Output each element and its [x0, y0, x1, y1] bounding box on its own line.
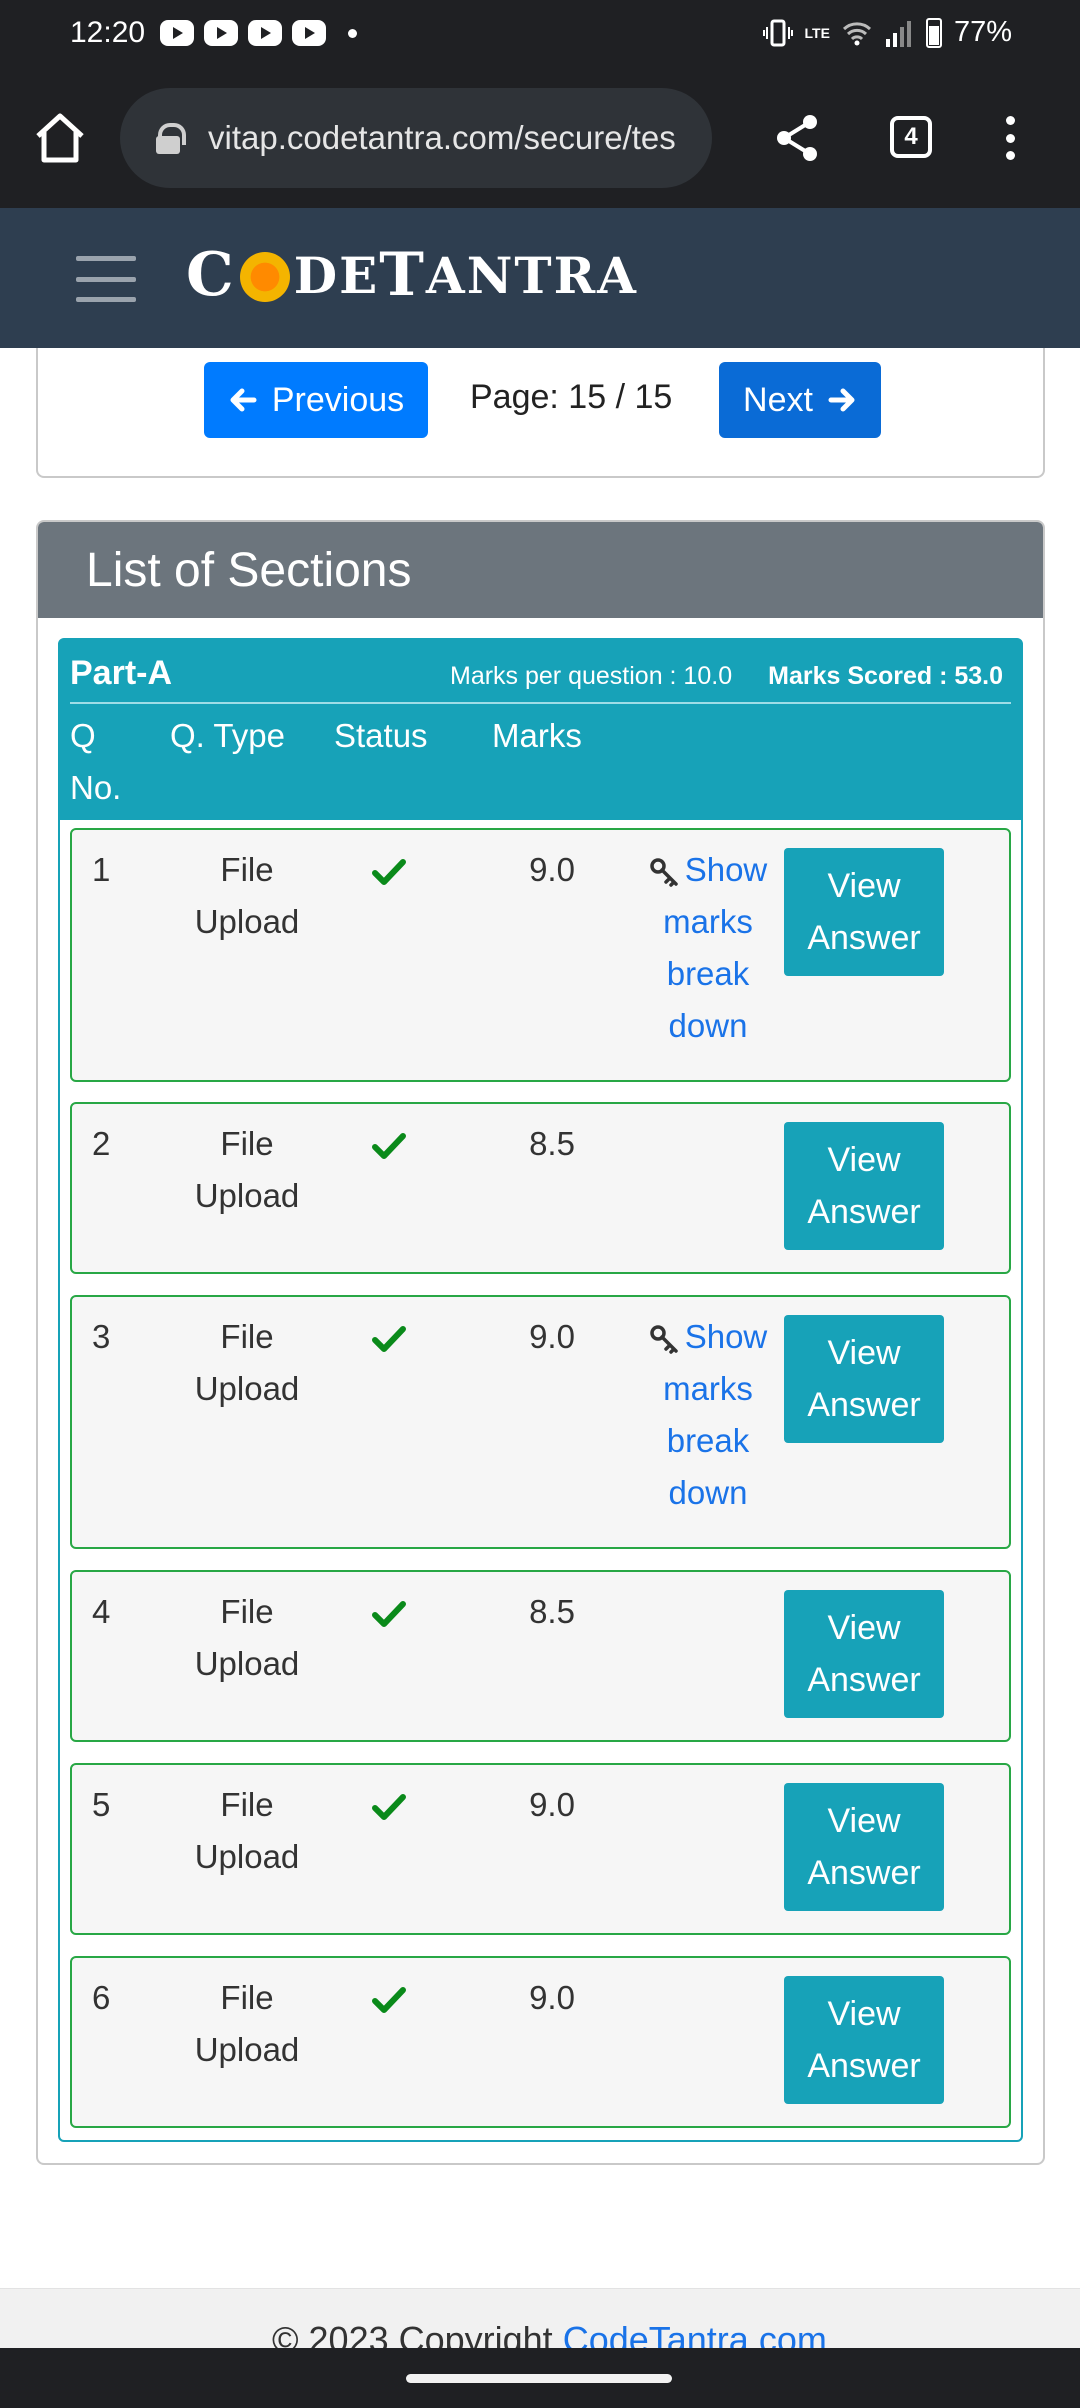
- marks-per-question: Marks per question : 10.0: [450, 662, 733, 690]
- question-type: File Upload: [194, 1593, 300, 1682]
- question-number: 4: [92, 1593, 111, 1630]
- part-a-panel: Part-A Marks per question : 10.0 Marks S…: [58, 638, 1023, 2142]
- battery-icon: [925, 17, 942, 48]
- sections-card: List of Sections Part-A Marks per questi…: [36, 520, 1045, 2165]
- sun-logo-icon: [239, 252, 290, 302]
- sections-title: List of Sections: [38, 522, 1043, 618]
- column-header-qno: Q No.: [70, 717, 122, 806]
- view-answer-button[interactable]: View Answer: [784, 1783, 944, 1911]
- question-row: 3 File Upload 9.0 Show marks break down View Answ…: [70, 1295, 1011, 1549]
- question-type: File Upload: [194, 1979, 300, 2068]
- home-icon[interactable]: [30, 108, 90, 168]
- arrow-left-icon: [230, 388, 257, 412]
- header-divider: [70, 702, 1011, 704]
- check-icon: [372, 1601, 406, 1627]
- question-marks: 9.0: [529, 1786, 575, 1823]
- question-marks: 8.5: [529, 1125, 575, 1162]
- codetantra-link[interactable]: CodeTantra.com: [563, 2319, 827, 2348]
- question-marks: 8.5: [529, 1593, 575, 1630]
- key-icon: [649, 858, 678, 888]
- question-row: 6 File Upload 9.0 View Answer: [70, 1956, 1011, 2128]
- wifi-icon: [842, 21, 871, 45]
- more-notifications-dot-icon: [348, 28, 357, 38]
- next-button[interactable]: Next: [719, 362, 881, 438]
- part-header: Part-A Marks per question : 10.0 Marks S…: [60, 640, 1021, 820]
- codetantra-logo[interactable]: C DE T ANTRA: [186, 240, 638, 310]
- question-type: File Upload: [194, 1318, 300, 1407]
- hamburger-menu-icon[interactable]: [76, 256, 136, 302]
- check-icon: [372, 1987, 406, 2013]
- copyright-text: © 2023 Copyright CodeTantra.com: [272, 2319, 827, 2348]
- key-icon: [649, 1325, 678, 1355]
- check-icon: [372, 1133, 406, 1159]
- signal-icon: [885, 20, 911, 47]
- column-header-marks: Marks: [492, 717, 582, 754]
- check-icon: [372, 859, 406, 885]
- check-icon: [372, 1326, 406, 1352]
- column-header-qtype: Q. Type: [170, 717, 285, 754]
- network-type-label: LTE: [804, 24, 830, 41]
- gesture-handle[interactable]: [406, 2374, 672, 2383]
- question-row: 1 File Upload 9.0 Show marks break down View Answ…: [70, 828, 1011, 1082]
- check-icon: [372, 1794, 406, 1820]
- question-row: 4 File Upload 8.5 View Answer: [70, 1570, 1011, 1742]
- youtube-notification-icon: [160, 20, 194, 46]
- page-indicator: Page: 15 / 15: [470, 378, 673, 416]
- browser-toolbar: vitap.codetantra.com/secure/tes 4: [0, 68, 1080, 208]
- question-row: 5 File Upload 9.0 View Answer: [70, 1763, 1011, 1935]
- column-header-status: Status: [334, 717, 428, 754]
- part-name: Part-A: [70, 654, 173, 692]
- url-bar[interactable]: vitap.codetantra.com/secure/tes: [120, 88, 712, 188]
- footer: © 2023 Copyright CodeTantra.com: [0, 2288, 1080, 2348]
- view-answer-button[interactable]: View Answer: [784, 848, 944, 976]
- question-number: 3: [92, 1318, 111, 1355]
- site-header: C DE T ANTRA: [0, 208, 1080, 348]
- share-icon[interactable]: [770, 110, 826, 166]
- view-answer-button[interactable]: View Answer: [784, 1122, 944, 1250]
- question-type: File Upload: [194, 1125, 300, 1214]
- question-marks: 9.0: [529, 851, 575, 888]
- question-type: File Upload: [194, 1786, 300, 1875]
- notification-icons: [160, 20, 357, 46]
- next-label: Next: [743, 380, 813, 419]
- system-indicators: LTE 77%: [762, 16, 1012, 49]
- question-number: 5: [92, 1786, 111, 1823]
- system-navigation-bar: [0, 2348, 1080, 2408]
- tab-switcher-button[interactable]: 4: [890, 116, 932, 158]
- battery-percent: 77%: [953, 16, 1012, 48]
- marks-scored: Marks Scored : 53.0: [768, 662, 1003, 690]
- clock-text: 12:20: [70, 16, 146, 49]
- youtube-notification-icon: [292, 20, 326, 46]
- show-marks-breakdown-link[interactable]: Show marks break down: [638, 1311, 778, 1519]
- previous-button[interactable]: Previous: [204, 362, 428, 438]
- youtube-notification-icon: [248, 20, 282, 46]
- youtube-notification-icon: [204, 20, 238, 46]
- question-row: 2 File Upload 8.5 View Answer: [70, 1102, 1011, 1274]
- vibrate-icon: [762, 19, 793, 46]
- arrow-right-icon: [828, 388, 855, 412]
- view-answer-button[interactable]: View Answer: [784, 1315, 944, 1443]
- status-bar: 12:20 LTE 77%: [0, 0, 1080, 68]
- question-marks: 9.0: [529, 1318, 575, 1355]
- browser-menu-icon[interactable]: [1000, 116, 1020, 160]
- lock-icon: [156, 123, 186, 154]
- pagination-card: Previous Page: 15 / 15 Next: [36, 348, 1045, 478]
- previous-label: Previous: [271, 380, 405, 419]
- show-marks-breakdown-link[interactable]: Show marks break down: [638, 844, 778, 1052]
- view-answer-button[interactable]: View Answer: [784, 1590, 944, 1718]
- question-number: 1: [92, 851, 111, 888]
- question-marks: 9.0: [529, 1979, 575, 2016]
- question-number: 2: [92, 1125, 111, 1162]
- question-number: 6: [92, 1979, 111, 2016]
- question-type: File Upload: [194, 851, 300, 940]
- url-text: vitap.codetantra.com/secure/tes: [208, 119, 676, 156]
- view-answer-button[interactable]: View Answer: [784, 1976, 944, 2104]
